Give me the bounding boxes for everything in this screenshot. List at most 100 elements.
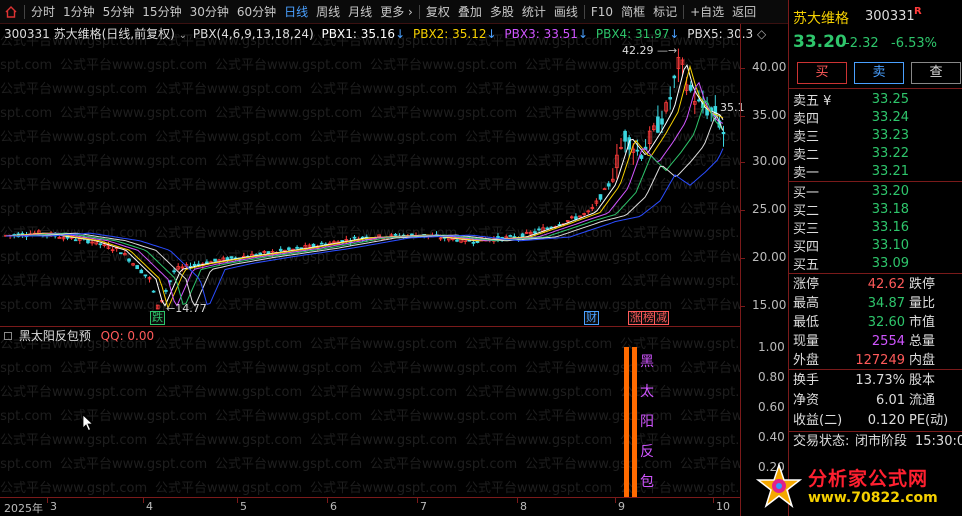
toolbar-item[interactable]: 复权 — [422, 0, 454, 24]
ask-label: 卖二 — [793, 148, 820, 163]
toolbar-item[interactable]: 30分钟 — [186, 0, 233, 24]
toolbar-item[interactable]: 15分钟 — [138, 0, 185, 24]
candle-body — [258, 252, 262, 255]
pbx5-value: PBX5: 30.3 — [687, 27, 754, 41]
bid-label: 买二 — [793, 204, 820, 219]
stat-value: 42.62 — [867, 277, 905, 292]
quote-panel: 苏大维格 300331 R 33.20 -2.32 -6.53% 买 卖 查 卖… — [788, 0, 962, 516]
ask-label: 卖三 — [793, 130, 820, 145]
candle-body — [151, 290, 156, 293]
toolbar-item[interactable]: 画线 — [550, 0, 582, 24]
watermark-text: 公式平台www.gspt.com — [620, 433, 740, 448]
home-icon[interactable] — [0, 0, 22, 24]
candle-body — [545, 227, 549, 230]
bid-price: 33.18 — [871, 202, 909, 217]
candle-body — [295, 246, 299, 249]
toolbar-item[interactable]: 月线 — [344, 0, 376, 24]
pbx1-value: PBX1: 35.16 — [321, 27, 396, 41]
candle-body — [135, 265, 140, 270]
watermark-text: 公式平台www.gspt.com — [310, 385, 458, 400]
toolbar-item[interactable]: 叠加 — [454, 0, 486, 24]
toolbar-item[interactable]: 5分钟 — [99, 0, 139, 24]
main-kline-chart[interactable]: 公式平台www.gspt.com 公式平台www.gspt.com 公式平台www.… — [0, 24, 766, 326]
mouse-cursor-icon — [82, 414, 94, 432]
toolbar-item[interactable]: 日线 — [280, 0, 312, 24]
bid-price: 33.16 — [871, 220, 909, 235]
event-marker[interactable]: 减 — [654, 311, 669, 325]
watermark-text: 公式平台www.gspt.com — [370, 457, 518, 472]
candle-body — [508, 235, 513, 237]
toolbar-item[interactable]: 分时 — [27, 0, 59, 24]
main-legend: 300331 苏大维格(日线,前复权) ⌄ PBX(4,6,9,13,18,24… — [4, 27, 767, 41]
watermark-text: 公式平台www.gspt.com — [155, 433, 303, 448]
buy-button[interactable]: 买 — [797, 62, 847, 84]
toolbar-item[interactable]: 多股 — [486, 0, 518, 24]
candle-body — [471, 241, 476, 244]
event-marker[interactable]: 财 — [584, 311, 599, 325]
logo-star-icon — [756, 463, 802, 509]
query-button[interactable]: 查 — [911, 62, 961, 84]
toolbar-item[interactable]: 1分钟 — [59, 0, 99, 24]
candle-body — [393, 233, 398, 236]
stat-value: 13.73% — [855, 373, 905, 388]
bid-price: 33.20 — [871, 184, 909, 199]
watermark-text: 公式平台www.gspt.com — [215, 457, 363, 472]
toolbar-item[interactable]: 60分钟 — [233, 0, 280, 24]
trade-status: 闭市阶段 — [855, 434, 908, 449]
toolbar-item[interactable]: 统计 — [518, 0, 550, 24]
sub-tick: 0.40 — [758, 430, 785, 444]
candle-body — [311, 243, 316, 248]
sell-button[interactable]: 卖 — [854, 62, 904, 84]
stat-label-2: 量比 — [909, 296, 936, 311]
chevron-down-icon[interactable]: ⌄ — [179, 30, 187, 41]
indicator-name[interactable]: PBX(4,6,9,13,18,24) — [193, 27, 314, 41]
price-tick: 30.00 — [752, 154, 787, 168]
candle-body — [455, 239, 459, 242]
site-logo: 分析家公式网 www.70822.com — [752, 460, 960, 512]
pbx-line-6 — [6, 148, 724, 306]
sub-indicator-chart[interactable]: 公式平台www.gspt.com 公式平台www.gspt.com 公式平台www.… — [0, 327, 740, 497]
watermark-text: 公式平台www.gspt.com — [620, 337, 740, 352]
stat-value: 2554 — [871, 334, 905, 349]
candle-body — [192, 263, 197, 267]
toolbar-item[interactable]: 返回 — [728, 0, 760, 24]
signal-bar-left — [624, 347, 629, 497]
toolbar-item[interactable]: 周线 — [312, 0, 344, 24]
trade-time: 15:30:0 — [915, 434, 962, 449]
candle-body — [278, 248, 283, 252]
toolbar-item[interactable]: F10 — [587, 0, 617, 24]
bid-label: 买一 — [793, 186, 820, 201]
candle-body — [606, 183, 611, 187]
stat-value: 6.01 — [876, 393, 905, 408]
stat-value: 32.60 — [867, 315, 905, 330]
ask-row: 卖四 33.24 — [793, 108, 961, 127]
toolbar-item[interactable]: 更多 › — [376, 0, 417, 24]
price-change: -2.32 — [845, 36, 879, 51]
date-tick: 10 — [716, 500, 730, 513]
sub-title[interactable]: 黑太阳反包预 — [19, 329, 91, 343]
watermark-text: 公式平台www.gspt.com — [465, 433, 613, 448]
stat-value: 0.120 — [867, 413, 905, 428]
sub-tick: 0.60 — [758, 400, 785, 414]
settings-icon[interactable]: ◇ — [757, 27, 766, 41]
watermark-text: 公式平台www.gspt.com — [0, 409, 53, 424]
candle-body — [143, 274, 148, 277]
candle-body — [410, 233, 414, 236]
bid-row: 买三 33.16 — [793, 218, 961, 237]
trade-status-label: 交易状态: — [793, 434, 850, 449]
checkbox-icon[interactable] — [4, 332, 12, 340]
ask-row: 卖一 33.21 — [793, 162, 961, 181]
ask-row: 卖二 33.22 — [793, 144, 961, 163]
event-marker[interactable]: 跌 — [150, 311, 165, 325]
price-tick: 20.00 — [752, 250, 787, 264]
candle-body — [697, 99, 701, 102]
toolbar-item[interactable]: 简框 — [617, 0, 649, 24]
ask-price: 33.23 — [871, 128, 909, 143]
toolbar-item[interactable]: +自选 — [686, 0, 728, 24]
signal-char: 反 — [640, 444, 654, 460]
date-tick: 8 — [520, 500, 527, 513]
candle-body — [668, 97, 672, 100]
toolbar-item[interactable]: 标记 — [649, 0, 681, 24]
pbx-line-1 — [5, 64, 724, 307]
stat-label-2: 跌停 — [909, 277, 936, 292]
